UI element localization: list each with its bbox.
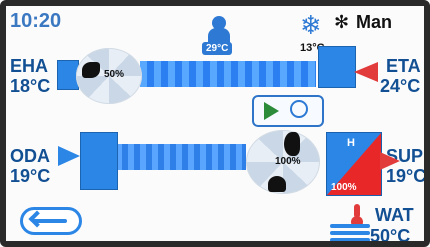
back-button[interactable]: [20, 207, 82, 235]
wat-label: WAT: [375, 205, 414, 225]
oda-arrow: [58, 146, 80, 166]
play-recovery-control[interactable]: [252, 95, 324, 127]
eha-temp: 18°C: [10, 76, 51, 96]
eta-temp: 24°C: [380, 76, 421, 96]
gear-icon: ✻: [334, 12, 350, 32]
heater-label: H: [347, 137, 355, 149]
eta-arrow: [354, 62, 378, 82]
supply-block-left: [80, 132, 118, 190]
supply-duct: [116, 144, 246, 170]
snowflake-icon: ❄: [300, 10, 322, 40]
water-waves-icon: [330, 224, 370, 242]
person-icon: [208, 16, 230, 44]
back-arrow-head: [28, 210, 46, 228]
thermometer-icon: [350, 204, 364, 228]
supply-fan-percent: 100%: [275, 156, 301, 167]
occupancy-temp-badge: 29°C: [202, 42, 233, 55]
exhaust-fan-percent: 50%: [104, 69, 125, 80]
heater-block: H 100%: [326, 132, 382, 196]
exhaust-air-block-right: [318, 46, 356, 88]
oda-label: ODA: [10, 146, 50, 166]
supply-fan-blade-bottom: [268, 176, 286, 192]
heat-recovery-icon[interactable]: [290, 100, 308, 118]
time-label: 10:20: [10, 10, 62, 32]
heater-percent: 100%: [331, 182, 357, 193]
eta-label: ETA: [386, 56, 421, 76]
supply-fan-blade-top: [284, 132, 300, 156]
wat-temp: 50°C: [370, 226, 411, 246]
eha-label: EHA: [10, 56, 49, 76]
oda-temp: 19°C: [10, 166, 51, 186]
sup-temp: 19°C: [386, 166, 427, 186]
exhaust-duct: [140, 61, 316, 87]
exhaust-fan-blade: [82, 62, 100, 78]
play-icon[interactable]: [264, 102, 279, 120]
mode-label: Man: [356, 12, 392, 32]
